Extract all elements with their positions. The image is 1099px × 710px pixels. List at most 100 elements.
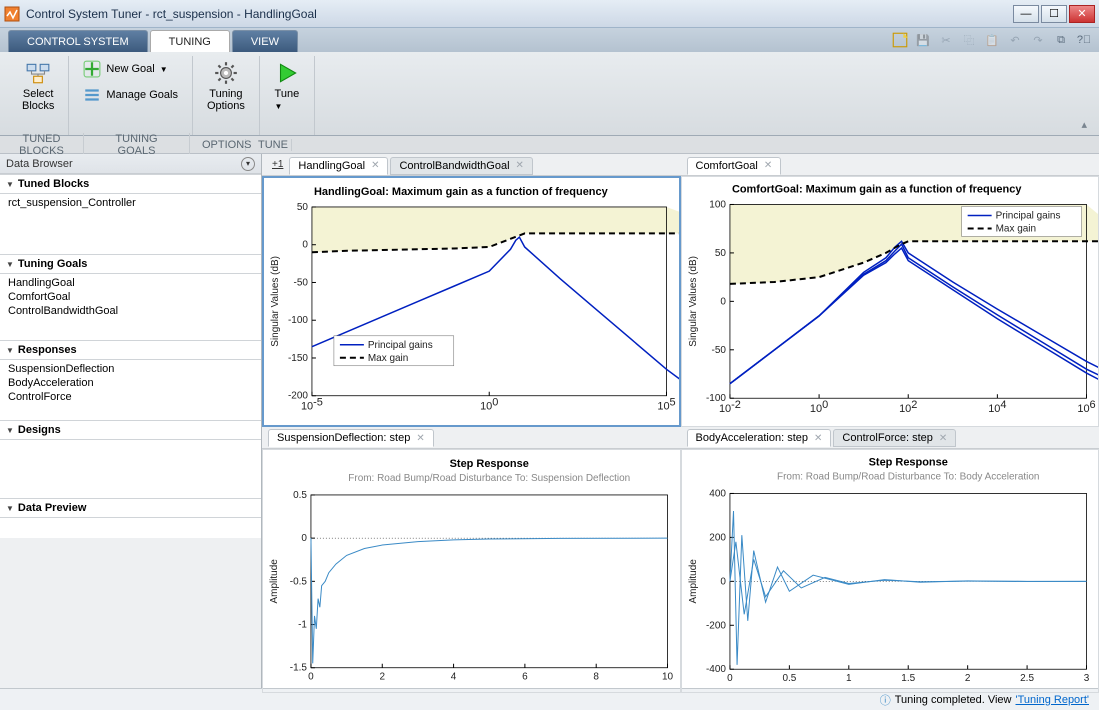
svg-text:0: 0 (308, 671, 314, 682)
svg-text:0.5: 0.5 (782, 673, 796, 684)
list-item[interactable]: ControlForce (0, 390, 261, 404)
list-item[interactable]: SuspensionDeflection (0, 362, 261, 376)
svg-text:Step Response: Step Response (868, 456, 947, 468)
svg-text:-0.5: -0.5 (290, 576, 308, 587)
list-item[interactable]: HandlingGoal (0, 276, 261, 290)
panel-header-responses[interactable]: Responses (0, 340, 261, 360)
suppressed-tab-indicator[interactable]: +1 (268, 159, 287, 170)
chart-tab-bodyaccel-step[interactable]: BodyAcceleration: step✕ (687, 429, 832, 447)
maximize-button[interactable]: ☐ (1041, 5, 1067, 23)
paste-icon[interactable]: 📋 (983, 31, 1001, 49)
redo-icon[interactable]: ↷ (1029, 31, 1047, 49)
svg-text:-50: -50 (711, 345, 726, 356)
svg-text:-150: -150 (288, 353, 308, 364)
charts-region: +1 HandlingGoal✕ ControlBandwidthGoal✕ C… (262, 154, 1099, 688)
tune-button[interactable]: Tune▼ (270, 58, 304, 114)
chart-handlinggoal[interactable]: -200-150-100-5005010-5100105HandlingGoal… (262, 176, 681, 427)
chart-bodyaccel-step[interactable]: -400-200020040000.511.522.53Step Respons… (681, 449, 1099, 694)
help-icon[interactable]: ?⃝ (1075, 31, 1093, 49)
close-icon[interactable]: ✕ (939, 433, 947, 444)
close-icon[interactable]: ✕ (764, 160, 772, 171)
svg-text:10: 10 (662, 671, 674, 682)
svg-text:Amplitude: Amplitude (269, 558, 280, 603)
svg-text:106: 106 (1077, 399, 1095, 415)
svg-text:0: 0 (302, 240, 308, 251)
save-icon[interactable]: 💾 (914, 31, 932, 49)
chart-tab-controlforce-step[interactable]: ControlForce: step✕ (833, 429, 956, 447)
ribbon: Select Blocks New Goal ▼ Manage Goals Tu… (0, 52, 1099, 136)
new-goal-button[interactable]: New Goal ▼ (79, 58, 182, 80)
chart-suspension-step[interactable]: -1.5-1-0.500.50246810Step ResponseFrom: … (262, 449, 681, 694)
play-icon (274, 60, 300, 86)
chart-tab-controlbandwidthgoal[interactable]: ControlBandwidthGoal✕ (390, 157, 532, 175)
chart-tab-handlinggoal[interactable]: HandlingGoal✕ (289, 157, 388, 175)
svg-text:0: 0 (727, 673, 733, 684)
chart-tab-comfortgoal[interactable]: ComfortGoal✕ (687, 157, 782, 175)
svg-text:Max gain: Max gain (995, 223, 1035, 234)
data-browser-header: Data Browser ▾ (0, 154, 261, 174)
tuning-report-link[interactable]: 'Tuning Report' (1016, 694, 1090, 706)
svg-text:Principal gains: Principal gains (368, 340, 433, 351)
svg-text:HandlingGoal: Maximum gain as: HandlingGoal: Maximum gain as a function… (314, 186, 609, 198)
main-tabstrip: CONTROL SYSTEM TUNING VIEW 💾 ✂ ⿻ 📋 ↶ ↷ ⧉… (0, 28, 1099, 52)
ribbon-sections: TUNED BLOCKS TUNING GOALS OPTIONS TUNE (0, 136, 1099, 154)
select-blocks-icon (25, 60, 51, 86)
svg-text:1.5: 1.5 (901, 673, 915, 684)
undo-icon[interactable]: ↶ (1006, 31, 1024, 49)
svg-text:ComfortGoal: Maximum gain as a: ComfortGoal: Maximum gain as a function … (731, 183, 1021, 195)
svg-text:Principal gains: Principal gains (995, 210, 1060, 221)
app-icon (4, 6, 20, 22)
chart-comfortgoal[interactable]: -100-5005010010-2100102104106ComfortGoal… (681, 176, 1099, 427)
minimize-button[interactable]: — (1013, 5, 1039, 23)
select-blocks-button[interactable]: Select Blocks (18, 58, 58, 114)
svg-text:6: 6 (522, 671, 528, 682)
status-text: Tuning completed. View (895, 694, 1012, 706)
close-button[interactable]: ✕ (1069, 5, 1095, 23)
svg-text:8: 8 (593, 671, 599, 682)
svg-text:-200: -200 (705, 620, 725, 631)
close-icon[interactable]: ✕ (371, 160, 379, 171)
panel-options-icon[interactable]: ▾ (241, 157, 255, 171)
svg-text:Singular Values (dB): Singular Values (dB) (687, 256, 698, 347)
svg-text:Singular Values (dB): Singular Values (dB) (270, 256, 281, 347)
tuning-options-button[interactable]: Tuning Options (203, 58, 249, 114)
svg-text:200: 200 (709, 532, 726, 543)
window-titlebar: Control System Tuner - rct_suspension - … (0, 0, 1099, 28)
dropdown-arrow-icon: ▼ (160, 65, 168, 74)
panel-header-data-preview[interactable]: Data Preview (0, 498, 261, 518)
svg-text:105: 105 (657, 397, 675, 413)
window-title: Control System Tuner - rct_suspension - … (26, 7, 1013, 21)
new-goal-icon (83, 60, 101, 78)
chart-tab-suspension-step[interactable]: SuspensionDeflection: step✕ (268, 429, 434, 447)
svg-text:From: Road Bump/Road Disturban: From: Road Bump/Road Disturbance To: Bod… (776, 471, 1038, 482)
copy-icon[interactable]: ⿻ (960, 31, 978, 49)
cut-icon[interactable]: ✂ (937, 31, 955, 49)
svg-text:Amplitude: Amplitude (687, 558, 698, 603)
tab-tuning[interactable]: TUNING (150, 30, 230, 52)
svg-text:2.5: 2.5 (1020, 673, 1034, 684)
svg-text:Max gain: Max gain (368, 353, 408, 364)
svg-text:1: 1 (846, 673, 852, 684)
svg-text:100: 100 (709, 199, 726, 210)
svg-text:-1.5: -1.5 (290, 662, 308, 673)
panel-header-designs[interactable]: Designs (0, 420, 261, 440)
collapse-ribbon-icon[interactable]: ▴ (1077, 114, 1091, 135)
toolbar-action-icon[interactable] (891, 31, 909, 49)
window-icon[interactable]: ⧉ (1052, 31, 1070, 49)
list-item[interactable]: ControlBandwidthGoal (0, 304, 261, 318)
close-icon[interactable]: ✕ (516, 160, 524, 171)
manage-goals-button[interactable]: Manage Goals (79, 84, 182, 106)
manage-goals-icon (83, 86, 101, 104)
panel-header-tuned-blocks[interactable]: Tuned Blocks (0, 174, 261, 194)
svg-text:-1: -1 (298, 619, 307, 630)
panel-header-tuning-goals[interactable]: Tuning Goals (0, 254, 261, 274)
tab-control-system[interactable]: CONTROL SYSTEM (8, 30, 148, 52)
svg-text:0: 0 (720, 296, 726, 307)
close-icon[interactable]: ✕ (416, 433, 424, 444)
tab-view[interactable]: VIEW (232, 30, 298, 52)
svg-text:2: 2 (379, 671, 385, 682)
list-item[interactable]: rct_suspension_Controller (0, 196, 261, 210)
list-item[interactable]: ComfortGoal (0, 290, 261, 304)
list-item[interactable]: BodyAcceleration (0, 376, 261, 390)
close-icon[interactable]: ✕ (814, 433, 822, 444)
